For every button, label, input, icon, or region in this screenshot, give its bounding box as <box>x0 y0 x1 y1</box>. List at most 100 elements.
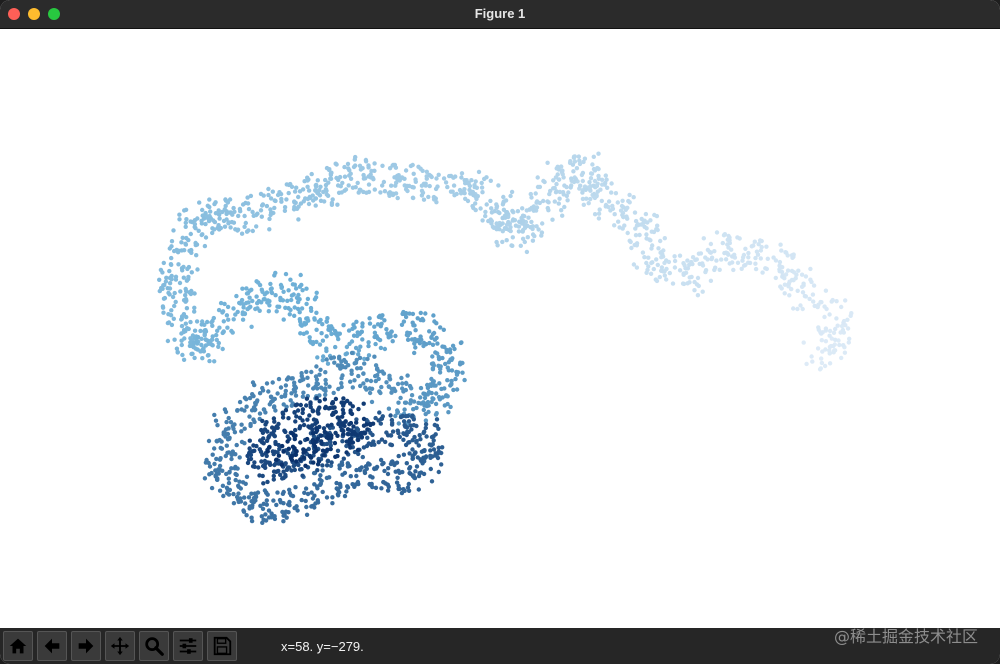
pan-button[interactable] <box>105 631 135 661</box>
scatter-point <box>784 250 789 255</box>
scatter-point <box>210 323 215 328</box>
scatter-point <box>764 244 769 249</box>
scatter-point <box>382 468 387 474</box>
scatter-point <box>801 340 806 345</box>
scatter-point <box>404 183 410 189</box>
scatter-point <box>226 415 231 421</box>
scatter-point <box>407 311 412 316</box>
scatter-point <box>292 189 298 194</box>
figure-window: Figure 1 x=58. y=−279. @稀土掘金技术社区 <box>0 0 1000 664</box>
scatter-point <box>292 282 297 287</box>
back-button[interactable] <box>37 631 67 661</box>
scatter-point <box>709 256 714 262</box>
scatter-point <box>264 420 269 425</box>
scatter-point <box>259 514 264 519</box>
scatter-point <box>299 282 304 288</box>
scatter-point <box>220 309 226 314</box>
cursor-coordinates: x=58. y=−279. <box>281 639 364 654</box>
scatter-point <box>789 268 795 274</box>
scatter-point <box>381 371 387 376</box>
scatter-point <box>377 337 383 343</box>
scatter-point <box>307 194 312 200</box>
scatter-point <box>195 341 200 346</box>
scatter-point <box>837 342 842 348</box>
scatter-point <box>330 501 335 506</box>
scatter-point <box>203 328 208 333</box>
scatter-point <box>424 176 429 181</box>
scatter-point <box>664 277 669 282</box>
scatter-point <box>197 200 202 205</box>
scatter-point <box>483 213 488 219</box>
scatter-point <box>205 338 210 343</box>
scatter-point <box>328 176 333 181</box>
scatter-point <box>631 262 637 267</box>
scatter-point <box>355 366 360 371</box>
scatter-point <box>234 442 239 448</box>
scatter-point <box>330 495 335 500</box>
scatter-point <box>298 424 303 429</box>
scatter-point <box>341 323 346 328</box>
scatter-point <box>317 477 323 482</box>
scatter-point <box>271 469 277 474</box>
save-button[interactable] <box>207 631 237 661</box>
scatter-point <box>342 493 348 499</box>
scatter-point <box>642 255 647 260</box>
scatter-point <box>692 288 697 293</box>
scatter-point <box>380 183 385 188</box>
scatter-point <box>657 274 662 280</box>
scatter-point <box>522 239 527 245</box>
scatter-point <box>440 344 445 349</box>
scatter-point <box>740 258 745 263</box>
scatter-point <box>272 419 277 424</box>
scatter-point <box>603 180 608 186</box>
forward-button[interactable] <box>71 631 101 661</box>
scatter-point <box>694 282 700 287</box>
scatter-point <box>208 209 213 214</box>
scatter-point <box>823 288 829 293</box>
scatter-point <box>361 189 366 195</box>
scatter-point <box>409 393 415 398</box>
scatter-point <box>195 334 201 340</box>
scatter-point <box>672 258 678 264</box>
scatter-point <box>231 220 237 225</box>
scatter-point <box>333 344 338 350</box>
scatter-point <box>192 224 197 230</box>
scatter-point <box>360 337 365 342</box>
scatter-point <box>285 439 290 444</box>
scatter-point <box>429 399 434 405</box>
scatter-point <box>685 258 690 263</box>
scatter-point <box>503 226 509 231</box>
scatter-point <box>849 311 854 316</box>
plot-canvas[interactable] <box>0 29 1000 627</box>
configure-subplots-button[interactable] <box>173 631 203 661</box>
scatter-point <box>348 420 354 426</box>
scatter-point <box>651 266 656 272</box>
scatter-point <box>184 289 189 294</box>
scatter-point <box>257 391 263 396</box>
scatter-point <box>273 270 278 276</box>
scatter-point <box>823 339 829 344</box>
zoom-button[interactable] <box>139 631 169 661</box>
scatter-point <box>664 258 669 263</box>
scatter-point <box>192 355 197 361</box>
home-button[interactable] <box>3 631 33 661</box>
scatter-point <box>283 388 288 394</box>
scatter-point <box>311 460 316 465</box>
scatter-point <box>472 184 477 190</box>
scatter-point <box>407 451 412 456</box>
scatter-point <box>336 177 341 183</box>
scatter-point <box>294 459 299 464</box>
scatter-point <box>340 462 345 467</box>
scatter-point <box>413 328 418 333</box>
scatter-point <box>529 219 534 225</box>
scatter-point <box>498 222 503 227</box>
scatter-point <box>588 188 593 193</box>
scatter-point <box>822 314 827 320</box>
scatter-point <box>287 487 292 492</box>
scatter-point <box>416 487 421 492</box>
scatter-point <box>349 350 355 356</box>
scatter-point <box>433 383 438 388</box>
scatter-point <box>157 277 162 282</box>
scatter-point <box>334 162 339 167</box>
scatter-point <box>288 456 294 461</box>
